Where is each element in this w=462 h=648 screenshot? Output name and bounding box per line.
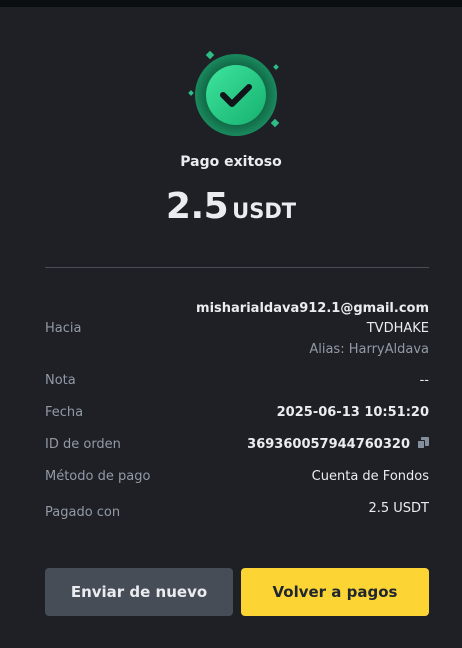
status-title: Pago exitoso [180,154,282,170]
amount-value: 2.5 [165,186,229,227]
copy-icon[interactable] [417,437,429,449]
detail-row-method: Método de pago Cuenta de Fondos [45,468,429,488]
detail-label-to: Hacia [45,321,82,336]
back-to-payments-button[interactable]: Volver a pagos [241,568,429,616]
recipient-alias: Alias: HarryAldava [309,342,429,357]
detail-label-paid: Pagado con [45,505,121,520]
detail-value-date: 2025-06-13 10:51:20 [276,405,429,420]
detail-row-date: Fecha 2025-06-13 10:51:20 [45,404,429,424]
detail-row-note: Nota -- [45,372,429,392]
detail-value-note: -- [419,373,429,388]
detail-value-order: 369360057944760320 [247,437,410,452]
detail-label-method: Método de pago [45,469,151,484]
detail-label-order: ID de orden [45,437,121,452]
detail-row-order: ID de orden 369360057944760320 [45,436,429,456]
detail-label-note: Nota [45,373,76,388]
divider [45,267,429,268]
detail-row-paid: Pagado con 2.5 USDT [45,500,429,530]
amount-unit: USDT [232,199,297,223]
detail-value-method: Cuenta de Fondos [311,469,429,484]
detail-row-to: Hacia misharialdava912.1@gmail.com TVDHA… [45,300,429,360]
recipient-name: TVDHAKE [366,321,429,336]
recipient-email: misharialdava912.1@gmail.com [196,301,429,316]
detail-value-paid: 2.5 USDT [368,501,429,516]
top-bar [0,0,462,7]
amount-display: 2.5 USDT [0,186,462,227]
resend-button[interactable]: Enviar de nuevo [45,568,233,616]
order-id-group: 369360057944760320 [247,437,429,452]
detail-label-date: Fecha [45,405,84,420]
check-circle-icon [188,50,280,136]
